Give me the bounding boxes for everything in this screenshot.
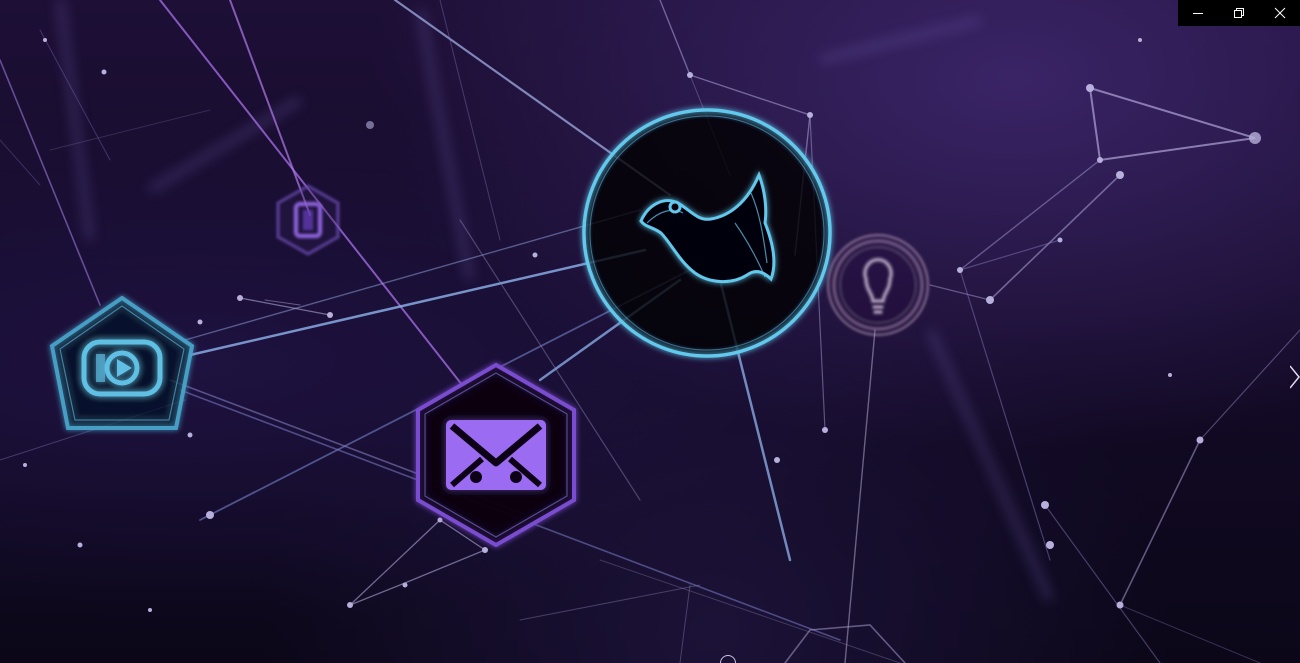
restore-icon	[1233, 8, 1244, 18]
network-dot	[687, 72, 693, 78]
network-dot	[437, 517, 443, 523]
network-dot	[23, 463, 27, 467]
network-dot	[807, 112, 813, 118]
network-dot	[774, 457, 780, 463]
connection-line	[989, 174, 1121, 301]
network-dot	[187, 432, 193, 438]
connection-line	[959, 269, 1051, 561]
network-dot	[402, 582, 408, 588]
network-dot	[197, 319, 203, 325]
envelope-icon	[446, 420, 546, 490]
network-dot	[366, 121, 374, 129]
connection-line	[188, 248, 647, 357]
minimize-button[interactable]	[1183, 0, 1213, 26]
connection-line	[229, 0, 311, 216]
minimize-icon	[1193, 13, 1204, 14]
network-dot	[347, 602, 353, 608]
network-dot	[77, 542, 83, 548]
network-dot	[822, 427, 828, 433]
connection-line	[1119, 439, 1201, 606]
network-dot	[206, 511, 214, 519]
connection-line	[439, 0, 501, 241]
phone-node[interactable]	[276, 184, 340, 256]
connection-line	[679, 584, 691, 663]
media-node[interactable]	[49, 295, 195, 430]
restore-button[interactable]	[1224, 0, 1254, 26]
connection-line	[844, 329, 876, 663]
window-controls	[1178, 0, 1300, 26]
connection-line	[349, 519, 487, 606]
network-dot	[237, 295, 243, 301]
network-dot	[101, 69, 107, 75]
network-dot	[1057, 237, 1063, 243]
connection-line	[1119, 604, 1261, 663]
connection-line	[239, 297, 331, 316]
connection-line	[0, 139, 41, 186]
close-button[interactable]	[1265, 0, 1295, 26]
connection-line	[519, 584, 701, 621]
network-dot	[1116, 601, 1124, 609]
network-dot	[1046, 541, 1054, 549]
network-dot	[532, 252, 538, 258]
connection-line	[959, 239, 1061, 271]
lightbulb-node[interactable]	[827, 234, 929, 336]
network-graph	[0, 0, 1300, 663]
connection-line	[1199, 329, 1300, 441]
network-dot	[148, 608, 152, 612]
network-dot	[957, 267, 963, 273]
network-dot	[1168, 373, 1172, 377]
network-dot	[1086, 84, 1094, 92]
network-dot	[327, 312, 333, 318]
network-dot	[43, 38, 47, 42]
network-dot	[1196, 436, 1204, 444]
connection-line	[1089, 87, 1256, 162]
network-dot	[1116, 171, 1124, 179]
chevron-right-icon	[1289, 365, 1300, 389]
twitter-node[interactable]	[582, 108, 832, 358]
network-dot	[986, 296, 994, 304]
network-dot	[1249, 132, 1261, 144]
connection-line	[929, 284, 991, 301]
network-dot	[1097, 157, 1103, 163]
connection-line	[599, 559, 901, 663]
close-icon	[1274, 7, 1285, 19]
network-visualization	[0, 0, 1300, 663]
network-dot	[1041, 501, 1049, 509]
connection-line	[1044, 504, 1161, 663]
network-dot	[482, 547, 488, 553]
network-dot	[1138, 38, 1142, 42]
next-button[interactable]	[1289, 362, 1300, 392]
